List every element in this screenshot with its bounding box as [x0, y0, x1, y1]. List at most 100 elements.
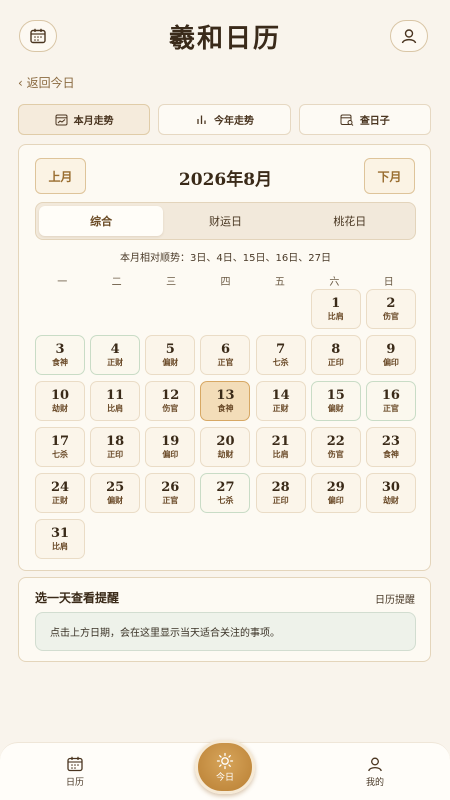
day-tag: 伤官	[327, 450, 344, 459]
day-tag: 偏印	[162, 450, 179, 459]
day-number: 31	[50, 526, 70, 541]
day-cell[interactable]: 23 食神	[365, 427, 416, 467]
day-number: 26	[161, 480, 180, 495]
day-cell[interactable]: 28 正印	[255, 473, 306, 513]
day-cell[interactable]: 26 正官	[145, 473, 196, 513]
day-tag: 正印	[327, 358, 344, 367]
day-tag: 七杀	[272, 358, 289, 367]
view-tabs: 本月走势 今年走势 查日子	[18, 104, 431, 135]
day-number: 3	[55, 342, 65, 357]
day-cell[interactable]: 14 正财	[255, 381, 306, 421]
filter-overall[interactable]: 综合	[39, 206, 164, 236]
day-cell[interactable]: 24 正财	[35, 473, 85, 513]
day-tag: 食神	[52, 358, 68, 367]
day-number: 30	[381, 480, 400, 495]
day-cell[interactable]: 20 劫财	[200, 427, 251, 467]
day-cell[interactable]: 3 食神	[35, 335, 85, 375]
day-cell[interactable]: 4 正财	[90, 335, 141, 375]
day-cell[interactable]: 5 偏财	[145, 335, 196, 375]
day-number: 6	[220, 342, 230, 357]
day-cell[interactable]: 29 偏印	[310, 473, 361, 513]
day-tag: 正官	[162, 496, 179, 505]
day-tag: 食神	[217, 404, 234, 413]
profile-button[interactable]	[390, 20, 428, 52]
day-cell[interactable]: 31 比肩	[35, 519, 85, 559]
day-number: 16	[381, 388, 400, 403]
tab-year-trend[interactable]: 今年走势	[158, 104, 291, 135]
calendar-search-icon	[340, 114, 354, 126]
day-number: 2	[386, 296, 396, 311]
day-number: 5	[165, 342, 175, 357]
day-number: 21	[271, 434, 290, 449]
day-cell[interactable]: 9 偏印	[365, 335, 416, 375]
app-title: 羲和日历	[168, 24, 281, 54]
day-number: 9	[386, 342, 396, 357]
tab-find-date[interactable]: 查日子	[298, 104, 431, 135]
day-cell[interactable]: 30 劫财	[365, 473, 416, 513]
day-number: 22	[326, 434, 345, 449]
day-tag: 食神	[382, 450, 399, 459]
day-cell[interactable]: 18 正印	[90, 427, 141, 467]
day-number: 1	[331, 296, 341, 311]
day-cell[interactable]: 21 比肩	[255, 427, 306, 467]
day-cell[interactable]: 1 比肩	[310, 289, 361, 329]
app-header: 羲和日历	[0, 0, 450, 70]
day-number: 8	[331, 342, 341, 357]
day-cell-today[interactable]: 13 食神	[200, 381, 251, 421]
day-number: 15	[326, 388, 345, 403]
day-number: 20	[216, 434, 235, 449]
day-tag: 伤官	[382, 312, 399, 321]
nav-me-label: 我的	[365, 778, 384, 788]
day-number: 14	[271, 388, 290, 403]
day-tag: 偏财	[162, 358, 179, 367]
nav-me[interactable]: 我的	[345, 755, 405, 788]
day-number: 13	[216, 388, 235, 403]
day-cell[interactable]: 8 正印	[310, 335, 361, 375]
day-cell[interactable]: 12 伤官	[145, 381, 196, 421]
day-tag: 七杀	[52, 450, 68, 459]
day-cell[interactable]: 17 七杀	[35, 427, 85, 467]
day-cell[interactable]: 22 伤官	[310, 427, 361, 467]
nav-today-label: 今日	[215, 772, 234, 783]
day-tag: 伤官	[162, 404, 179, 413]
day-cell[interactable]: 6 正官	[200, 335, 251, 375]
day-tag: 比肩	[327, 312, 344, 321]
day-cell[interactable]: 25 偏财	[90, 473, 141, 513]
day-cell[interactable]: 7 七杀	[255, 335, 306, 375]
tab-year-trend-label: 今年走势	[213, 116, 254, 127]
day-number: 11	[106, 388, 125, 403]
back-to-today-link[interactable]: ‹ 返回今日	[18, 74, 75, 91]
day-number: 18	[106, 434, 125, 449]
nav-calendar[interactable]: 日历	[45, 755, 105, 788]
calendar-trend-icon	[55, 114, 68, 126]
filter-romance-days[interactable]: 桃花日	[288, 206, 412, 236]
user-icon	[368, 757, 382, 772]
day-number: 19	[161, 434, 180, 449]
day-tag: 七杀	[217, 496, 234, 505]
day-number: 29	[326, 480, 345, 495]
day-cell[interactable]: 16 正官	[365, 381, 416, 421]
next-month-button[interactable]: 下月	[364, 158, 415, 194]
filter-wealth-days[interactable]: 财运日	[163, 206, 287, 236]
day-tag: 偏财	[327, 404, 344, 413]
day-tag: 劫财	[52, 404, 68, 413]
day-cell[interactable]: 19 偏印	[145, 427, 196, 467]
day-tag: 正财	[107, 358, 124, 367]
tab-month-trend[interactable]: 本月走势	[18, 104, 151, 135]
day-cell[interactable]: 27 七杀	[200, 473, 251, 513]
filter-bar: 综合 财运日 桃花日	[35, 202, 416, 240]
day-cell[interactable]: 11 比肩	[90, 381, 141, 421]
day-tag: 劫财	[382, 496, 399, 505]
weekday-label: 六	[329, 277, 340, 288]
day-cell[interactable]: 10 劫财	[35, 381, 85, 421]
day-number: 4	[110, 342, 120, 357]
day-cell[interactable]: 15 偏财	[310, 381, 361, 421]
weekday-label: 三	[166, 277, 177, 288]
day-grid: 1 比肩 2 伤官 3 食神 4 正财 5 偏财 6 正官 7 七杀 8 正印 9 偏印 10 劫财…	[35, 289, 416, 559]
day-number: 27	[216, 480, 235, 495]
day-tag: 正财	[272, 404, 289, 413]
favorable-days-note: 本月相对顺势：3日、4日、15日、16日、27日	[120, 253, 331, 264]
calendar-reminder-link[interactable]: 日历提醒	[375, 591, 415, 606]
nav-today-button[interactable]: 今日	[195, 740, 255, 794]
day-cell[interactable]: 2 伤官	[365, 289, 416, 329]
